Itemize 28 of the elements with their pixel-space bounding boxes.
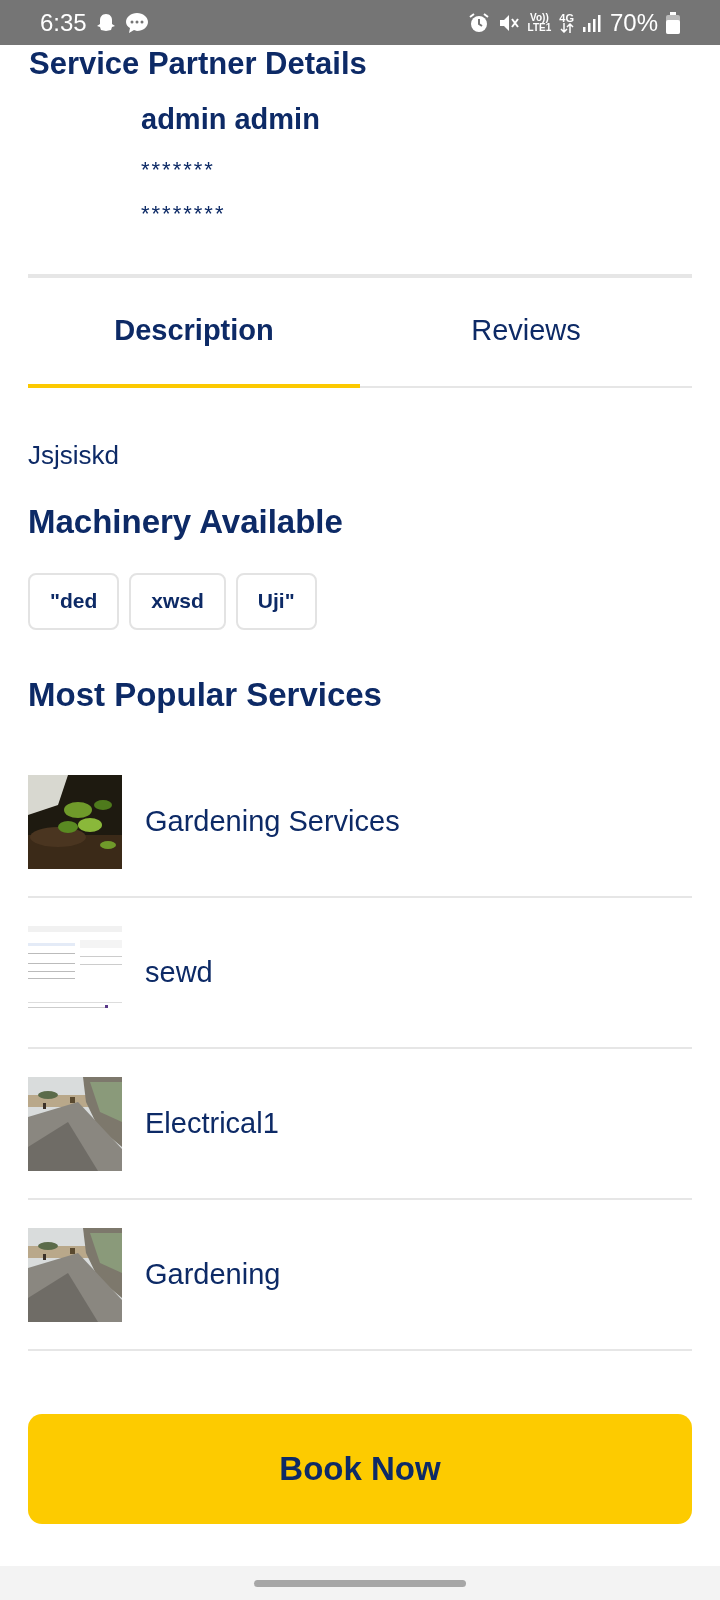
- lte-label: LTE1: [527, 22, 552, 33]
- network-label: 4G: [559, 12, 574, 23]
- machinery-chip: xwsd: [129, 572, 226, 630]
- masked-detail: ********: [141, 202, 227, 226]
- description-text: Jsjsiskd: [27, 439, 120, 472]
- service-name: Electrical1: [145, 1105, 279, 1141]
- home-handle[interactable]: [254, 1579, 466, 1587]
- partner-name: admin admin: [141, 102, 321, 137]
- signal-icon: [581, 12, 602, 33]
- page-title: Service Partner Details: [28, 46, 368, 82]
- masked-detail: *******: [141, 158, 216, 182]
- volte-label: Vo)): [530, 12, 549, 23]
- section-heading: Machinery Available: [27, 502, 344, 542]
- machinery-chip: "ded: [28, 572, 120, 630]
- section-heading: Most Popular Services: [27, 674, 383, 715]
- tab[interactable]: Reviews: [360, 278, 692, 388]
- battery-percent: 70%: [609, 7, 658, 38]
- data-arrows-icon: [559, 22, 574, 33]
- chat-bubble-icon: [124, 11, 149, 34]
- tab[interactable]: Description: [28, 278, 360, 388]
- service-name: Gardening Services: [145, 803, 400, 839]
- battery-icon: [666, 11, 680, 34]
- book-now-button[interactable]: Book Now: [28, 1414, 692, 1524]
- alarm-icon: [467, 11, 490, 34]
- service-name: sewd: [145, 954, 213, 990]
- machinery-chip: Uji": [235, 572, 317, 630]
- status-time: 6:35: [40, 7, 87, 38]
- service-name: Gardening: [145, 1256, 281, 1292]
